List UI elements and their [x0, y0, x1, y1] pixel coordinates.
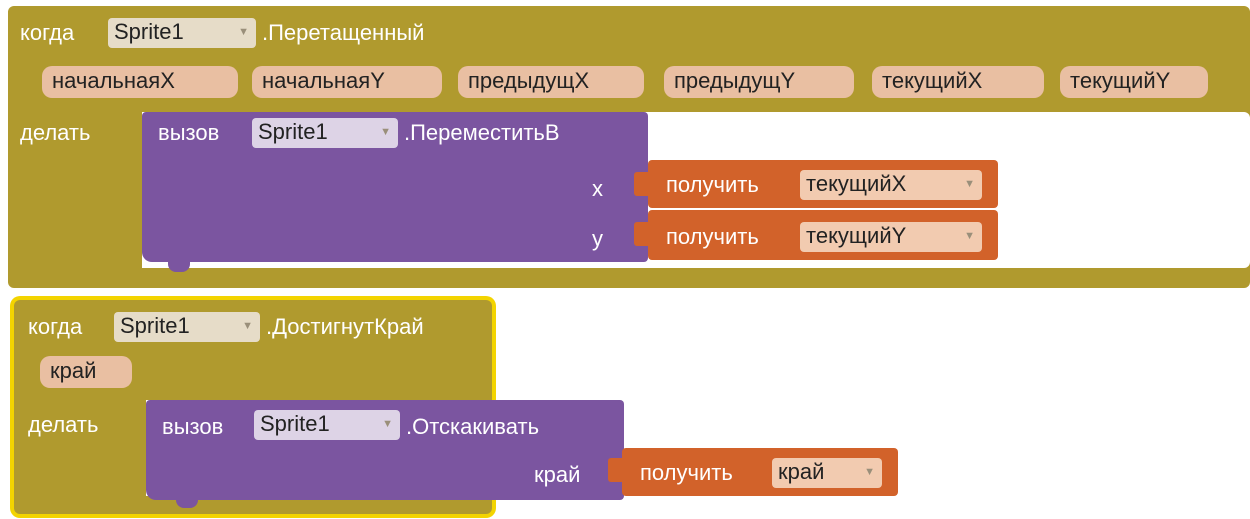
get-keyword: получить [640, 460, 733, 485]
do-keyword: делать [28, 412, 99, 437]
call-component-dropdown[interactable]: Sprite1 ▼ [252, 118, 398, 148]
event-name: .Перетащенный [262, 20, 425, 45]
method-name: .ПереместитьВ [404, 120, 560, 145]
when-keyword: когда [28, 314, 83, 339]
chevron-down-icon[interactable]: ▼ [380, 118, 391, 146]
chevron-down-icon[interactable]: ▼ [964, 170, 975, 198]
event-param-edge[interactable]: край [40, 356, 132, 388]
chevron-down-icon[interactable]: ▼ [964, 222, 975, 250]
chevron-down-icon[interactable]: ▼ [382, 410, 393, 438]
event-param-cur-y[interactable]: текущийY [1060, 66, 1208, 98]
method-name: .Отскакивать [406, 414, 540, 439]
variable-dropdown-value: текущийY [806, 223, 907, 248]
event-name: .ДостигнутКрай [266, 314, 424, 339]
arg-x-label: x [592, 176, 603, 201]
variable-dropdown[interactable]: текущийX ▼ [800, 170, 982, 200]
do-keyword: делать [20, 120, 91, 145]
event-param-prev-x[interactable]: предыдущX [458, 66, 644, 98]
event-param-start-y[interactable]: начальнаяY [252, 66, 442, 98]
component-dropdown[interactable]: Sprite1 ▼ [114, 312, 260, 342]
arg-edge-label: край [534, 462, 581, 487]
component-dropdown-value: Sprite1 [114, 19, 184, 44]
call-component-value: Sprite1 [258, 119, 328, 144]
get-keyword: получить [666, 172, 759, 197]
event-param-prev-y[interactable]: предыдущY [664, 66, 854, 98]
component-dropdown[interactable]: Sprite1 ▼ [108, 18, 256, 48]
when-keyword: когда [20, 20, 75, 45]
input-socket [608, 458, 622, 482]
get-keyword: получить [666, 224, 759, 249]
variable-dropdown-value: текущийX [806, 171, 907, 196]
call-keyword: вызов [158, 120, 220, 145]
chevron-down-icon[interactable]: ▼ [238, 18, 249, 46]
chevron-down-icon[interactable]: ▼ [864, 458, 875, 486]
call-component-dropdown[interactable]: Sprite1 ▼ [254, 410, 400, 440]
call-component-value: Sprite1 [260, 411, 330, 436]
component-dropdown-value: Sprite1 [120, 313, 190, 338]
variable-dropdown[interactable]: текущийY ▼ [800, 222, 982, 252]
input-socket [634, 222, 648, 246]
variable-dropdown-value: край [778, 459, 825, 484]
arg-y-label: y [592, 226, 603, 251]
variable-dropdown[interactable]: край ▼ [772, 458, 882, 488]
event-param-cur-x[interactable]: текущийX [872, 66, 1044, 98]
input-socket [634, 172, 648, 196]
chevron-down-icon[interactable]: ▼ [242, 312, 253, 340]
call-keyword: вызов [162, 414, 224, 439]
event-param-start-x[interactable]: начальнаяX [42, 66, 238, 98]
